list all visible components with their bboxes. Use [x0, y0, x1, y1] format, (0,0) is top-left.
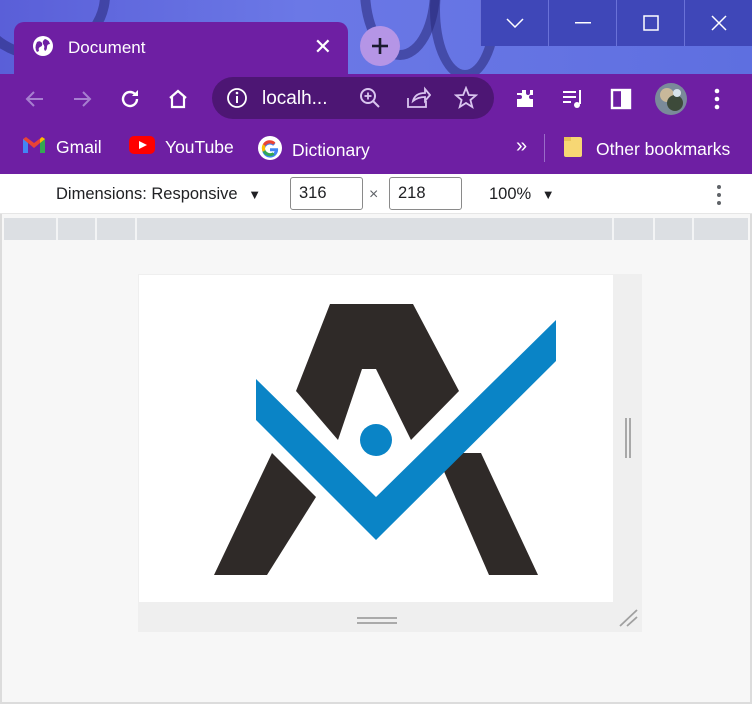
corner-resize-handle[interactable]	[617, 608, 639, 628]
bookmark-label: Gmail	[56, 137, 102, 157]
close-icon[interactable]	[684, 0, 752, 46]
logo-a-right-leg	[436, 453, 538, 575]
globe-icon	[32, 35, 54, 62]
tab-title: Document	[68, 38, 146, 57]
device-toolbar: Dimensions: Responsive ▼ 316 × 218 100% …	[0, 174, 752, 214]
zoom-label: 100%	[489, 185, 532, 203]
ruler-divider	[135, 218, 137, 240]
profile-avatar[interactable]	[654, 82, 688, 116]
ruler-divider	[653, 218, 655, 240]
forward-arrow-icon[interactable]	[67, 84, 97, 114]
media-query-ruler[interactable]	[4, 218, 748, 240]
bookmark-label: YouTube	[165, 137, 234, 157]
right-resize-handle[interactable]	[624, 418, 632, 460]
ruler-divider	[56, 218, 58, 240]
logo-a-apex	[296, 304, 459, 440]
bookmark-gmail[interactable]: Gmail	[22, 136, 102, 159]
reload-icon[interactable]	[115, 84, 145, 114]
share-icon[interactable]	[405, 86, 432, 115]
minimize-icon[interactable]	[548, 0, 616, 46]
bookmark-label: Dictionary	[292, 140, 370, 160]
extensions-icon[interactable]	[510, 84, 540, 114]
device-more-icon[interactable]	[716, 184, 722, 211]
bookmarks-overflow-button[interactable]: »	[516, 135, 527, 158]
youtube-icon	[129, 136, 155, 159]
star-icon[interactable]	[453, 85, 479, 115]
dropdown-arrow-icon: ▼	[541, 187, 555, 202]
bookmarks-divider	[544, 134, 545, 162]
zoom-dropdown[interactable]: 100% ▼	[489, 185, 555, 204]
ruler-divider	[95, 218, 97, 240]
home-icon[interactable]	[163, 84, 193, 114]
media-control-icon[interactable]	[558, 84, 588, 114]
logo-image	[214, 304, 556, 575]
window-controls	[480, 0, 752, 46]
tab-close-icon[interactable]: ✕	[314, 34, 332, 60]
bookmark-dictionary[interactable]: Dictionary	[258, 136, 370, 165]
logo-a-left-leg	[214, 453, 316, 575]
bottom-resize-handle[interactable]	[357, 613, 397, 624]
address-bar[interactable]: localh...	[212, 77, 494, 119]
plus-icon	[372, 38, 388, 54]
more-menu-icon[interactable]	[702, 84, 732, 114]
google-icon	[258, 136, 282, 165]
ruler-divider	[692, 218, 694, 240]
other-bookmarks-folder[interactable]: Other bookmarks	[563, 136, 730, 163]
bookmark-youtube[interactable]: YouTube	[129, 136, 234, 159]
ruler-divider	[612, 218, 614, 240]
maximize-icon[interactable]	[616, 0, 684, 46]
dimensions-dropdown[interactable]: Dimensions: Responsive ▼	[56, 185, 261, 204]
back-arrow-icon[interactable]	[20, 84, 50, 114]
height-input[interactable]: 218	[389, 177, 462, 210]
site-info-icon[interactable]	[226, 87, 248, 114]
bookmarks-bar: Gmail YouTube Dictionary » Other bookmar…	[0, 124, 752, 174]
zoom-icon[interactable]	[358, 86, 382, 115]
gmail-icon	[22, 136, 46, 159]
side-panel-icon[interactable]	[606, 84, 636, 114]
browser-toolbar: localh...	[0, 74, 752, 124]
dimensions-label: Dimensions: Responsive	[56, 185, 238, 203]
folder-icon	[563, 136, 583, 163]
url-text: localh...	[262, 88, 328, 109]
new-tab-button[interactable]	[360, 26, 400, 66]
dropdown-arrow-icon: ▼	[248, 187, 262, 202]
devtools-frame-left	[0, 214, 2, 704]
chevron-down-icon[interactable]	[480, 0, 548, 46]
emulated-viewport	[139, 275, 613, 602]
width-input[interactable]: 316	[290, 177, 363, 210]
logo-dot	[360, 424, 392, 456]
tab-document[interactable]: Document ✕	[14, 22, 348, 74]
times-separator: ×	[369, 186, 379, 203]
bookmark-label: Other bookmarks	[596, 139, 731, 159]
